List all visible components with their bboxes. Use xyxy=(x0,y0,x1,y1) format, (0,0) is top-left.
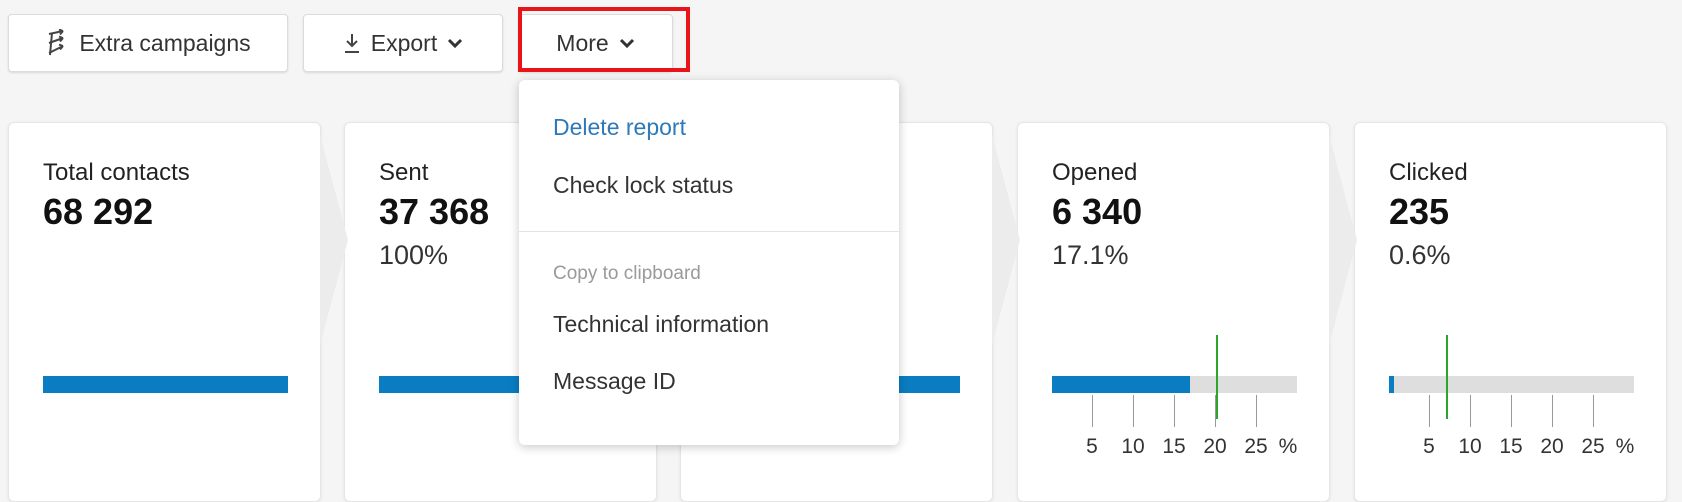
progress-bar-fill xyxy=(1052,376,1190,393)
scale-tick-label: 5 xyxy=(1423,435,1435,458)
card-total-contacts: Total contacts 68 292 xyxy=(8,122,321,502)
card-label: Opened xyxy=(1052,159,1138,186)
scale-tick-label: 10 xyxy=(1121,435,1145,458)
funnel-arrow-icon xyxy=(992,135,1020,345)
scale-tick-label: 20 xyxy=(1203,435,1227,458)
scale-tick xyxy=(1470,395,1471,427)
scale-tick xyxy=(1133,395,1134,427)
more-label: More xyxy=(556,29,609,56)
extra-campaigns-button[interactable]: Extra campaigns xyxy=(8,14,288,72)
card-value: 6 340 xyxy=(1052,191,1143,232)
progress-bar-fill xyxy=(1389,376,1394,393)
card-percent: 17.1% xyxy=(1052,240,1129,270)
funnel-arrow-icon xyxy=(1329,135,1357,345)
scale-tick xyxy=(1174,395,1175,427)
card-label: Clicked xyxy=(1389,159,1468,186)
scale-tick-label: 25 xyxy=(1581,435,1605,458)
scale-tick-label: 5 xyxy=(1086,435,1098,458)
menu-section-header: Copy to clipboard xyxy=(553,263,701,284)
menu-item-message-id[interactable]: Message ID xyxy=(553,368,676,395)
menu-item-technical-information[interactable]: Technical information xyxy=(553,311,769,338)
chevron-down-icon xyxy=(619,37,635,49)
chevron-down-icon xyxy=(447,37,463,49)
more-button[interactable]: More xyxy=(518,14,673,72)
scale-unit-label: % xyxy=(1615,435,1635,458)
card-value: 235 xyxy=(1389,191,1450,232)
scale-tick xyxy=(1429,395,1430,427)
scale-tick-label: 15 xyxy=(1499,435,1523,458)
scale-tick-label: 20 xyxy=(1540,435,1564,458)
progress-bar xyxy=(43,376,288,393)
menu-item-check-lock-status[interactable]: Check lock status xyxy=(553,172,733,199)
card-opened: Opened 6 340 17.1% 5 10 15 20 25 % xyxy=(1017,122,1330,502)
percent-scale: 5 10 15 20 25 % xyxy=(1389,393,1634,488)
progress-bar xyxy=(1052,376,1297,393)
progress-bar-fill xyxy=(43,376,288,393)
scale-tick xyxy=(1511,395,1512,427)
card-label: Total contacts xyxy=(43,159,190,186)
scale-tick xyxy=(1092,395,1093,427)
more-dropdown-menu: Delete report Check lock status Copy to … xyxy=(519,80,899,445)
card-label: Sent xyxy=(379,159,429,186)
funnel-arrow-icon xyxy=(320,135,348,345)
benchmark-marker xyxy=(1216,335,1218,419)
card-value: 37 368 xyxy=(379,191,490,232)
benchmark-marker xyxy=(1446,335,1449,419)
card-percent: 100% xyxy=(379,240,449,270)
scale-tick xyxy=(1256,395,1257,427)
card-value: 68 292 xyxy=(43,191,154,232)
card-clicked: Clicked 235 0.6% 5 10 15 20 25 % xyxy=(1354,122,1667,502)
percent-scale: 5 10 15 20 25 % xyxy=(1052,393,1297,488)
scale-unit-label: % xyxy=(1278,435,1298,458)
progress-bar xyxy=(1389,376,1634,393)
extra-campaigns-label: Extra campaigns xyxy=(79,29,251,56)
extra-campaigns-icon xyxy=(45,29,69,57)
download-icon xyxy=(343,32,361,54)
menu-item-delete-report[interactable]: Delete report xyxy=(553,114,686,141)
scale-tick xyxy=(1593,395,1594,427)
card-percent: 0.6% xyxy=(1389,240,1451,270)
scale-tick xyxy=(1552,395,1553,427)
scale-tick-label: 10 xyxy=(1458,435,1482,458)
menu-divider xyxy=(519,231,899,232)
export-label: Export xyxy=(370,29,438,56)
scale-tick-label: 15 xyxy=(1162,435,1186,458)
export-button[interactable]: Export xyxy=(303,14,503,72)
scale-tick-label: 25 xyxy=(1244,435,1268,458)
